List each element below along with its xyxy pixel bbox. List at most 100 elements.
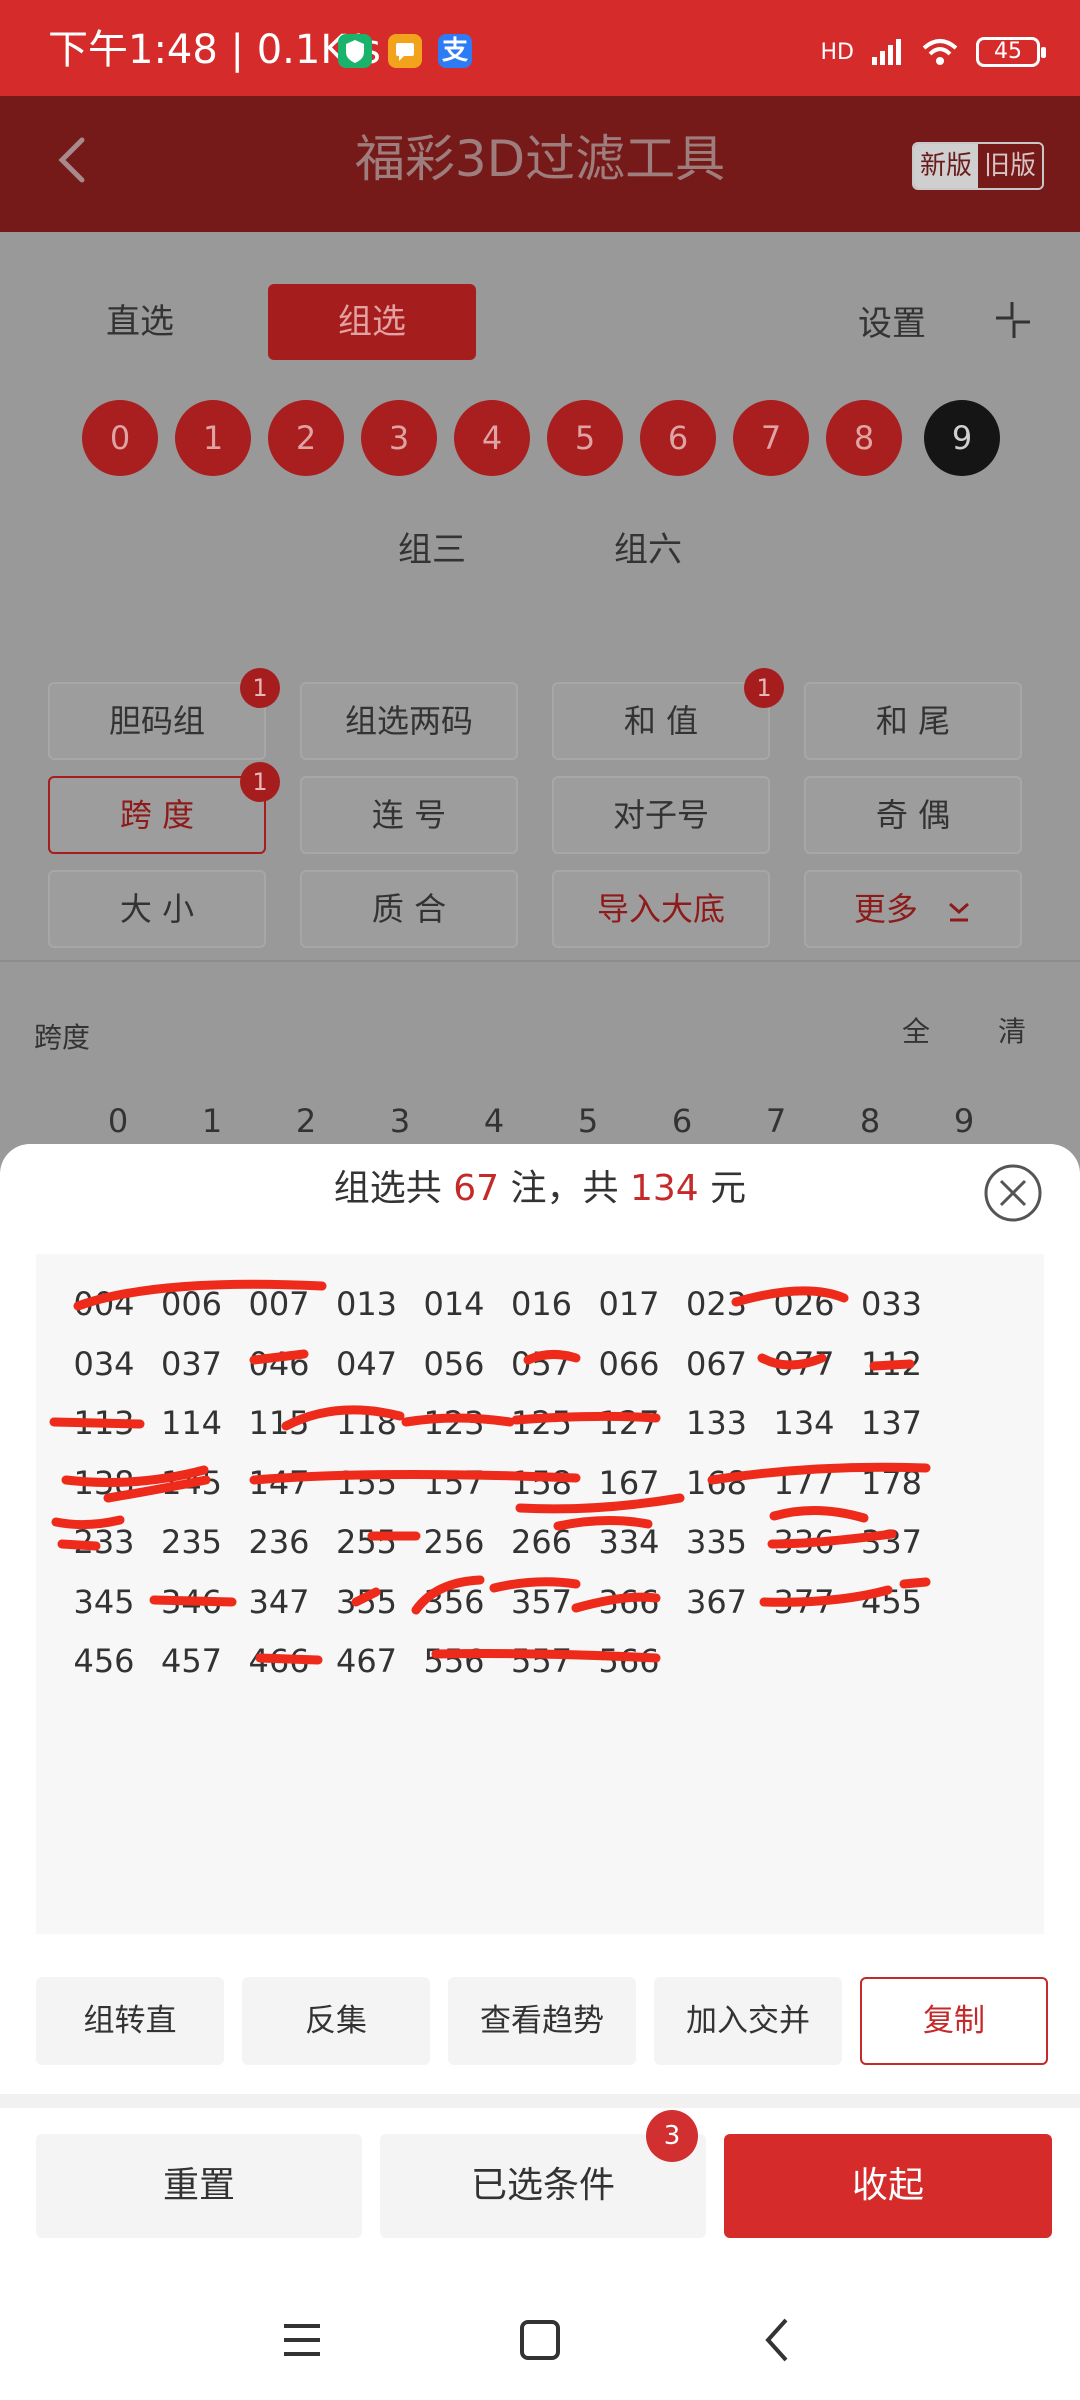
ball-0[interactable]: 0 (82, 400, 158, 476)
add-intersection-button[interactable]: 加入交并 (654, 1977, 842, 2065)
menu-icon[interactable] (276, 2314, 328, 2366)
number-item: 256 (423, 1523, 485, 1561)
tab-group[interactable]: 组选 (268, 284, 476, 360)
type-group-three[interactable]: 组三 (398, 522, 466, 571)
conditions-count-badge: 3 (646, 2110, 698, 2162)
number-item: 023 (685, 1285, 748, 1323)
complement-button[interactable]: 反集 (242, 1977, 430, 2065)
number-item: 014 (423, 1285, 485, 1323)
filter-more[interactable]: 更多 (804, 870, 1022, 948)
view-trend-button[interactable]: 查看趋势 (448, 1977, 636, 2065)
select-all-button[interactable]: 全 (902, 1010, 930, 1050)
ball-1[interactable]: 1 (175, 400, 251, 476)
collapse-button[interactable]: 收起 (724, 2134, 1052, 2238)
ball-9[interactable]: 9 (924, 400, 1000, 476)
number-item: 337 (860, 1523, 923, 1561)
span-digit-1[interactable]: 1 (182, 1102, 242, 1140)
number-item: 456 (73, 1642, 135, 1680)
clear-button[interactable]: 清 (998, 1010, 1026, 1050)
ball-6[interactable]: 6 (640, 400, 716, 476)
span-digit-2[interactable]: 2 (276, 1102, 336, 1140)
number-item: 235 (160, 1523, 223, 1561)
battery-indicator: 45 (976, 37, 1046, 67)
ball-4[interactable]: 4 (454, 400, 530, 476)
status-time: 下午1:48 | 0.1K/s (48, 27, 381, 73)
number-item: 112 (860, 1344, 923, 1383)
span-digit-5[interactable]: 5 (558, 1102, 618, 1140)
number-item: 137 (860, 1404, 923, 1442)
span-section-title: 跨度 (34, 1021, 91, 1054)
number-item: 066 (598, 1344, 660, 1383)
filter-sum-tail[interactable]: 和 尾 (804, 682, 1022, 760)
version-new-button[interactable]: 新版 (914, 144, 978, 188)
badge-sum: 1 (744, 668, 784, 708)
number-item: 006 (160, 1285, 223, 1323)
tab-direct[interactable]: 直选 (70, 292, 210, 352)
number-item: 138 (73, 1463, 135, 1502)
number-item: 056 (423, 1344, 485, 1383)
number-item: 123 (423, 1404, 485, 1442)
number-item: 026 (773, 1285, 835, 1323)
ball-7[interactable]: 7 (733, 400, 809, 476)
span-digit-4[interactable]: 4 (464, 1102, 524, 1140)
network-hd-label: HD (820, 39, 854, 65)
home-icon[interactable] (514, 2314, 566, 2366)
filter-sum[interactable]: 和 值 (552, 682, 770, 760)
span-digit-3[interactable]: 3 (370, 1102, 430, 1140)
filter-prime-composite[interactable]: 质 合 (300, 870, 518, 948)
span-digit-0[interactable]: 0 (88, 1102, 148, 1140)
reset-button[interactable]: 重置 (36, 2134, 362, 2238)
settings-button[interactable]: 设置 (858, 296, 926, 345)
filter-odd-even[interactable]: 奇 偶 (804, 776, 1022, 854)
number-item: 167 (598, 1463, 660, 1502)
number-item: 346 (160, 1582, 223, 1621)
number-item: 466 (248, 1642, 310, 1680)
number-item: 155 (335, 1463, 398, 1502)
number-item: 335 (685, 1523, 748, 1561)
number-item: 168 (685, 1463, 748, 1502)
version-old-button[interactable]: 旧版 (978, 144, 1042, 188)
filter-group-two[interactable]: 组选两码 (300, 682, 518, 760)
chevron-down-icon (949, 902, 970, 922)
type-group-six[interactable]: 组六 (614, 522, 682, 571)
number-item: 134 (773, 1404, 835, 1442)
group-to-direct-button[interactable]: 组转直 (36, 1977, 224, 2065)
filter-dan-ma-group[interactable]: 胆码组 (48, 682, 266, 760)
alipay-icon: 支 (438, 34, 472, 68)
number-item: 367 (685, 1582, 748, 1621)
number-item: 057 (510, 1344, 573, 1383)
copy-button[interactable]: 复制 (860, 1977, 1048, 2065)
signal-icon (872, 39, 901, 65)
number-item: 047 (335, 1344, 398, 1383)
number-item: 455 (860, 1582, 923, 1621)
number-item: 157 (423, 1463, 485, 1502)
filter-span[interactable]: 跨 度 (48, 776, 266, 854)
span-digit-7[interactable]: 7 (746, 1102, 806, 1140)
filter-import-base[interactable]: 导入大底 (552, 870, 770, 948)
number-item: 115 (248, 1404, 310, 1442)
status-bar: 下午1:48 | 0.1K/s 支 HD 45 (0, 0, 1080, 96)
ball-3[interactable]: 3 (361, 400, 437, 476)
span-digit-6[interactable]: 6 (652, 1102, 712, 1140)
back-icon[interactable] (752, 2314, 804, 2366)
span-digit-9[interactable]: 9 (934, 1102, 994, 1140)
filter-big-small[interactable]: 大 小 (48, 870, 266, 948)
system-nav-bar (0, 2280, 1080, 2400)
span-digit-8[interactable]: 8 (840, 1102, 900, 1140)
number-item: 077 (773, 1344, 835, 1383)
results-summary: 组选共 67 注，共 134 元 (0, 1164, 1080, 1214)
ball-8[interactable]: 8 (826, 400, 902, 476)
number-item: 067 (685, 1344, 748, 1383)
message-app-icon (388, 34, 422, 68)
number-item: 556 (423, 1642, 485, 1680)
close-icon[interactable] (982, 1162, 1044, 1224)
ball-5[interactable]: 5 (547, 400, 623, 476)
filter-pair[interactable]: 对子号 (552, 776, 770, 854)
number-item: 013 (335, 1285, 398, 1323)
filter-consecutive[interactable]: 连 号 (300, 776, 518, 854)
status-indicators: HD 45 (820, 30, 1046, 74)
ball-2[interactable]: 2 (268, 400, 344, 476)
number-item: 467 (335, 1642, 398, 1680)
version-toggle[interactable]: 新版 旧版 (912, 142, 1044, 190)
collapse-icon[interactable] (990, 298, 1034, 342)
